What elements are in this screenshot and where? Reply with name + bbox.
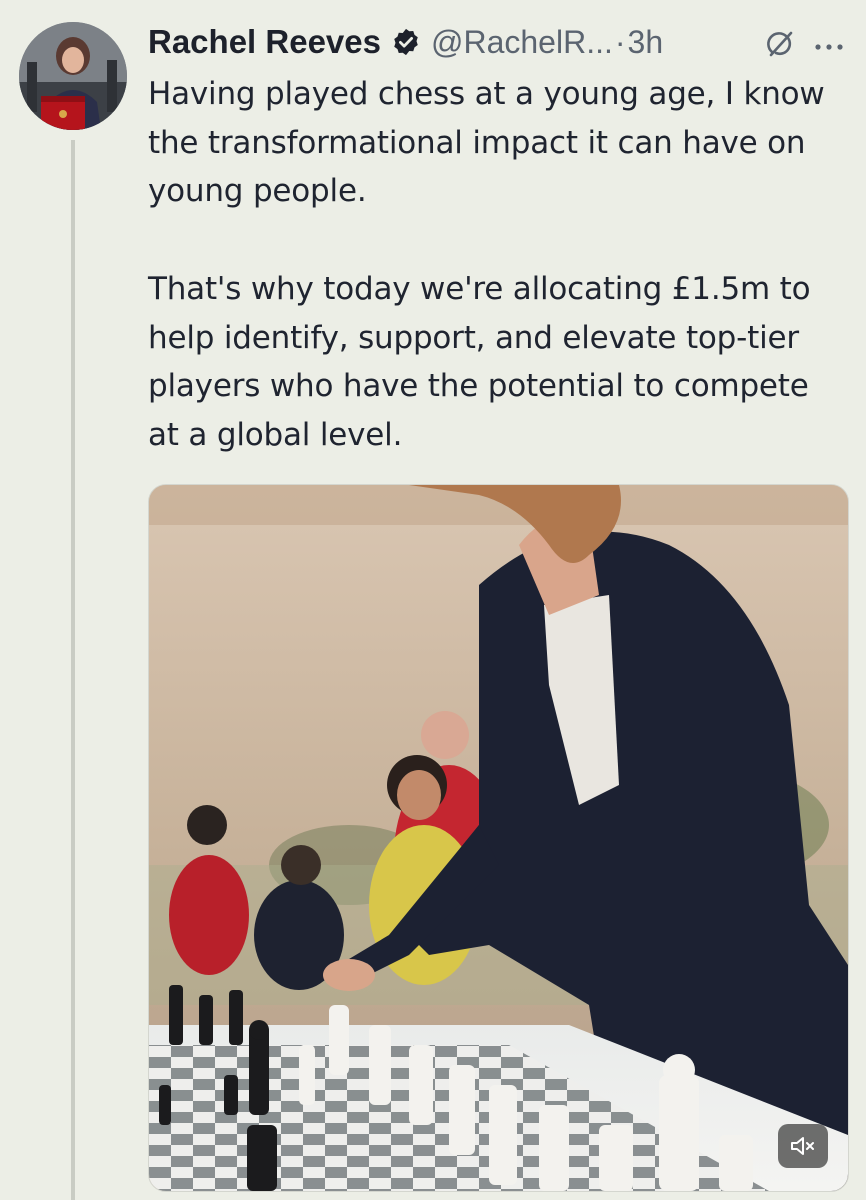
tweet-text: Having played chess at a young age, I kn… [148, 70, 848, 460]
video-frame [149, 485, 848, 1191]
header-separator: · [614, 23, 626, 60]
more-options-icon[interactable] [814, 38, 844, 50]
video-player[interactable] [148, 484, 849, 1192]
tweet-timestamp[interactable]: 3h [628, 24, 664, 61]
grok-icon[interactable] [764, 28, 796, 60]
tweet-paragraph-2: That's why today we're allocating £1.5m … [148, 270, 811, 453]
muted-speaker-icon [791, 1137, 814, 1155]
avatar[interactable] [19, 22, 127, 130]
tweet-header: Rachel Reeves @RachelR... · 3h [148, 18, 848, 66]
tweet-paragraph-1: Having played chess at a young age, I kn… [148, 76, 825, 210]
mute-button[interactable] [778, 1124, 828, 1168]
verified-badge-icon [391, 27, 421, 57]
thread-connector-line [71, 140, 75, 1200]
author-handle[interactable]: @RachelR... [431, 24, 613, 61]
avatar-image [19, 22, 127, 130]
author-name[interactable]: Rachel Reeves [148, 23, 381, 61]
